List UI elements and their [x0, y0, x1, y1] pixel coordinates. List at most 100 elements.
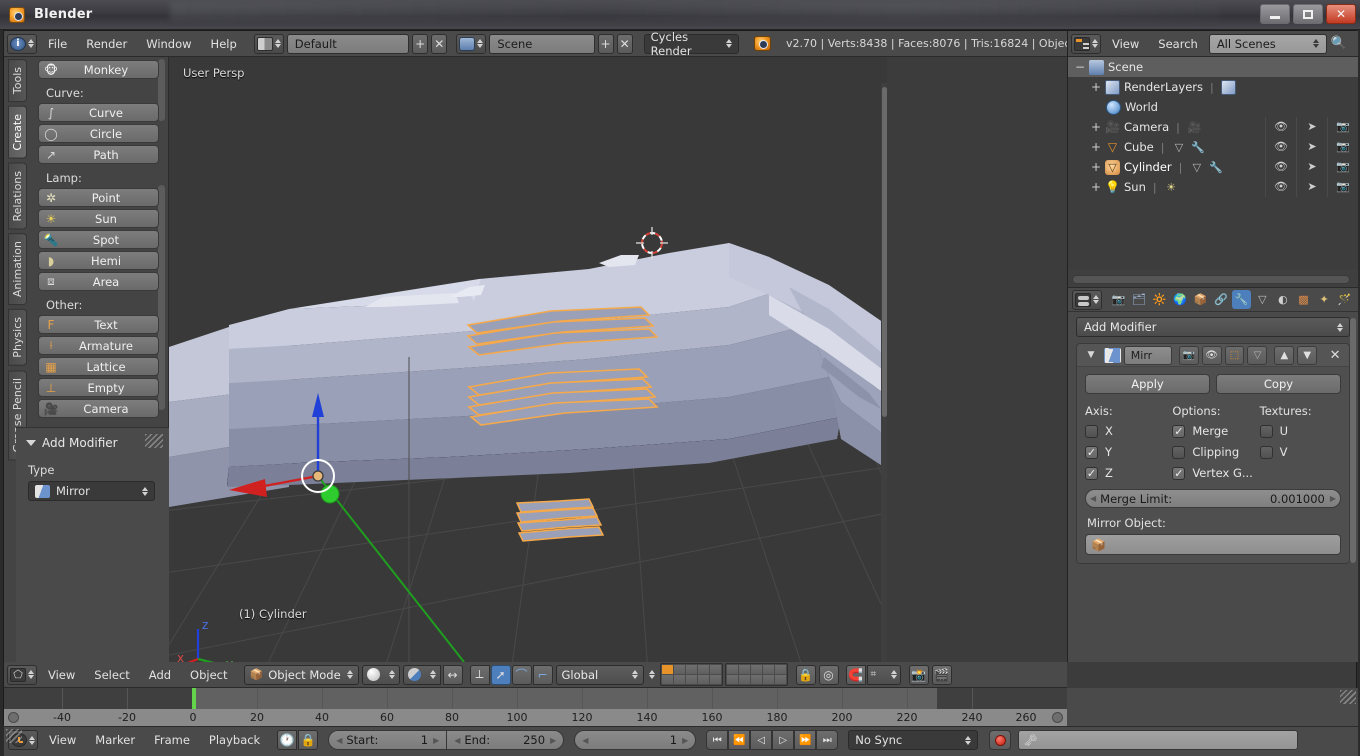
rotate-gizmo-icon[interactable]: ➚	[490, 664, 511, 685]
add-scene-button[interactable]: +	[597, 33, 614, 54]
collapse-triangle-icon[interactable]: ▼	[1081, 346, 1101, 365]
increment-arrow-icon[interactable]: ▶	[433, 736, 439, 745]
snap-target-icon[interactable]: ⌗	[866, 664, 901, 685]
axis-y-checkbox[interactable]	[1085, 445, 1098, 459]
add-hemi-lamp-button[interactable]: ◗ Hemi	[38, 251, 159, 270]
material-tab-icon[interactable]: ◐	[1274, 290, 1293, 309]
axis-x-checkbox[interactable]	[1085, 424, 1098, 438]
outliner-row-world[interactable]: World	[1068, 97, 1358, 117]
properties-editor-type-selector[interactable]	[1072, 289, 1102, 310]
camera-data-icon[interactable]: 🎥	[1187, 120, 1202, 135]
view3d-menu-object[interactable]: Object	[182, 666, 235, 684]
texture-tab-icon[interactable]: ▩	[1294, 290, 1313, 309]
scene-layers-group-1[interactable]	[659, 663, 723, 686]
data-tab-icon[interactable]: ▽	[1253, 290, 1272, 309]
merge-limit-field[interactable]: ◀ Merge Limit: 0.001000 ▶	[1085, 489, 1341, 508]
mesh-data-icon[interactable]: ▽	[1189, 160, 1204, 175]
tab-tools[interactable]: Tools	[8, 59, 27, 103]
texture-v-checkbox[interactable]	[1259, 445, 1273, 459]
increment-arrow-icon[interactable]: ▶	[550, 736, 556, 745]
clipping-checkbox[interactable]	[1172, 445, 1186, 459]
scene-selector[interactable]	[456, 33, 487, 54]
modifier-name-field[interactable]: Mirr	[1123, 345, 1172, 365]
renderlayers-data-icon[interactable]	[1220, 79, 1236, 95]
sun-data-icon[interactable]: ☀	[1164, 180, 1179, 195]
timeline-ruler[interactable]: -40 -20 0 20 40 60 80 100 120 140 160 18…	[4, 709, 1067, 726]
cursor-arrow-icon[interactable]: ➤	[1296, 137, 1327, 157]
toolshelf-scrollbar-upper[interactable]	[158, 59, 165, 121]
delete-scene-button[interactable]: ✕	[616, 33, 633, 54]
wrench-icon[interactable]: 🔧	[1190, 140, 1205, 155]
play-icon[interactable]: ▷	[772, 730, 795, 750]
move-up-icon[interactable]: ▲	[1274, 345, 1295, 365]
add-empty-button[interactable]: ⊥ Empty	[38, 378, 159, 397]
transform-orientation-dropdown[interactable]: Global	[555, 664, 644, 685]
eye-icon[interactable]: 👁	[1265, 157, 1296, 177]
render-preview-icon[interactable]: 📸	[908, 664, 929, 685]
object-tab-icon[interactable]: 📦	[1191, 290, 1210, 309]
constraints-tab-icon[interactable]: 🔗	[1212, 290, 1231, 309]
timeline-scroll-left-handle[interactable]	[8, 712, 19, 723]
texture-v-row[interactable]: V	[1259, 445, 1341, 459]
timeline-playhead[interactable]	[192, 688, 196, 709]
move-down-icon[interactable]: ▼	[1297, 345, 1318, 365]
manipulator-toggle-icon[interactable]: ↔	[442, 664, 463, 685]
play-reverse-icon[interactable]: ◁	[750, 730, 773, 750]
add-path-button[interactable]: ↗ Path	[38, 145, 159, 164]
record-icon[interactable]	[989, 730, 1012, 750]
npanel-scrollbar-thumb[interactable]	[882, 87, 887, 417]
translate-gizmo-icon[interactable]: ⟂	[469, 664, 490, 685]
add-curve-button[interactable]: ∫ Curve	[38, 103, 159, 122]
pivot-point-dropdown[interactable]	[402, 664, 441, 685]
add-modifier-panel-header[interactable]: Add Modifier	[16, 428, 169, 456]
lock-camera-icon[interactable]: 🔒	[795, 664, 816, 685]
merge-checkbox[interactable]	[1172, 424, 1186, 438]
axis-z-checkbox[interactable]	[1085, 466, 1098, 480]
timeline-track[interactable]: -40 -20 0 20 40 60 80 100 120 140 160 18…	[4, 688, 1067, 726]
end-frame-field[interactable]: ◀ End: 250 ▶	[446, 730, 565, 750]
screen-layout-name-field[interactable]: Default	[286, 33, 410, 54]
layer-cell[interactable]	[685, 675, 697, 684]
timeline-menu-view[interactable]: View	[41, 731, 84, 749]
layer-cell[interactable]	[726, 665, 738, 674]
proportional-edit-icon[interactable]: ◎	[818, 664, 839, 685]
minimize-button[interactable]	[1260, 4, 1290, 24]
option-merge-row[interactable]: Merge	[1172, 424, 1253, 438]
sync-mode-dropdown[interactable]: No Sync	[848, 730, 979, 750]
cursor-arrow-icon[interactable]: ➤	[1296, 157, 1327, 177]
editmode-toggle-icon[interactable]: ⬚	[1224, 345, 1245, 365]
menu-render[interactable]: Render	[78, 35, 135, 53]
layer-cell[interactable]	[762, 675, 774, 684]
delete-screen-layout-button[interactable]: ✕	[431, 33, 448, 54]
option-vertex-group-row[interactable]: Vertex G...	[1172, 466, 1253, 480]
render-engine-dropdown[interactable]: Cycles Render	[643, 30, 740, 58]
menu-file[interactable]: File	[40, 35, 75, 53]
close-button[interactable]: ✕	[1326, 4, 1356, 24]
add-spot-lamp-button[interactable]: 🔦 Spot	[38, 230, 159, 249]
axis-x-row[interactable]: X	[1085, 424, 1166, 438]
properties-scrollbar[interactable]	[1350, 318, 1356, 563]
extra-gizmo-icon[interactable]: ⌐	[532, 664, 553, 685]
area-resize-grip-icon[interactable]	[1340, 690, 1356, 704]
outliner-row-scene[interactable]: − Scene	[1068, 57, 1358, 77]
timeline-menu-frame[interactable]: Frame	[146, 731, 198, 749]
autokey-icon[interactable]: 🕐	[277, 730, 298, 750]
layer-cell[interactable]	[774, 665, 786, 674]
cage-toggle-icon[interactable]: ▽	[1247, 345, 1268, 365]
outliner-editor-type-selector[interactable]	[1071, 33, 1101, 54]
layer-cell[interactable]	[673, 665, 685, 674]
add-point-lamp-button[interactable]: ✲ Point	[38, 188, 159, 207]
layer-cell[interactable]	[709, 675, 721, 684]
mesh-data-icon[interactable]: ▽	[1171, 140, 1186, 155]
outliner-row-sun[interactable]: + 💡 Sun | ☀ 👁 ➤ 📷	[1068, 177, 1358, 197]
layer-cell[interactable]	[697, 675, 709, 684]
snap-magnet-icon[interactable]: 🧲	[845, 664, 866, 685]
layer-cell[interactable]	[661, 665, 673, 674]
timeline-menu-marker[interactable]: Marker	[87, 731, 143, 749]
lock-icon[interactable]: 🔒	[298, 730, 319, 750]
add-text-button[interactable]: F Text	[38, 315, 159, 334]
cursor-arrow-icon[interactable]: ➤	[1296, 117, 1327, 137]
layer-cell[interactable]	[709, 665, 721, 674]
render-opengl-icon[interactable]: 🎬	[931, 664, 952, 685]
scale-gizmo-icon[interactable]: ⌒	[511, 664, 532, 685]
